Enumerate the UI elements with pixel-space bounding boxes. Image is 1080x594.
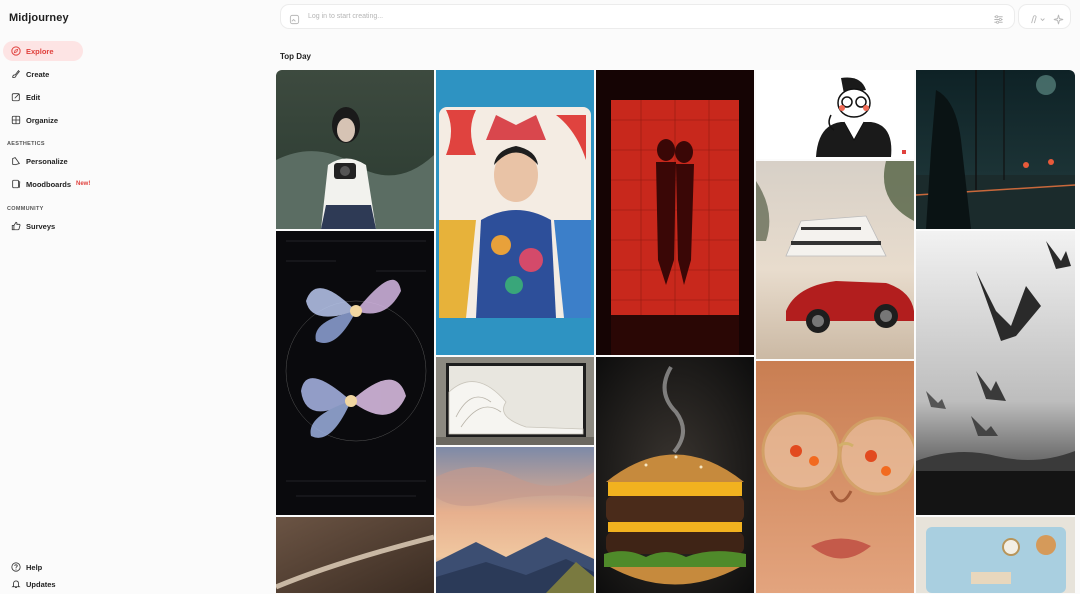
gallery-image[interactable] (596, 70, 754, 355)
sidebar-item-label: Organize (26, 115, 59, 125)
pen-dropdown-icon[interactable] (1029, 12, 1047, 30)
gallery-image[interactable] (596, 357, 754, 593)
bell-icon (10, 579, 21, 590)
prompt-placeholder[interactable]: Log in to start creating... (308, 13, 383, 20)
brush-icon (10, 69, 21, 80)
sidebar-item-explore[interactable]: Explore (3, 41, 83, 61)
sidebar-item-edit[interactable]: Edit (3, 87, 83, 107)
gallery-image[interactable] (276, 517, 434, 593)
image-upload-icon[interactable] (289, 12, 300, 30)
gallery-image[interactable] (276, 70, 434, 229)
help-icon (10, 562, 21, 573)
gallery-image[interactable] (436, 70, 594, 355)
sidebar-item-label: Surveys (26, 221, 56, 231)
gallery-image[interactable] (436, 357, 594, 445)
moodboard-icon (10, 179, 21, 190)
sidebar-item-label: Create (26, 69, 50, 79)
compass-icon (10, 46, 21, 57)
settings-sliders-icon[interactable] (993, 12, 1004, 30)
sidebar-item-create[interactable]: Create (3, 64, 83, 84)
new-badge: New! (76, 181, 91, 187)
sidebar-item-label: Help (26, 562, 43, 572)
mode-selector[interactable] (1018, 4, 1071, 29)
aesthetics-section-label: AESTHETICS (7, 141, 45, 147)
gallery-image[interactable] (916, 231, 1075, 515)
sidebar-item-label: Explore (26, 46, 54, 56)
feed-title: Top Day (280, 52, 311, 61)
prompt-bar[interactable]: Log in to start creating... (280, 4, 1015, 29)
gallery-image[interactable] (276, 231, 434, 515)
community-section-label: COMMUNITY (7, 206, 44, 212)
gallery-image[interactable] (756, 161, 914, 359)
image-gallery (276, 70, 1075, 593)
sidebar-item-personalize[interactable]: Personalize (3, 151, 113, 171)
gallery-image[interactable] (916, 517, 1075, 593)
gallery-image[interactable] (436, 447, 594, 593)
sidebar-item-label: Moodboards (26, 179, 71, 189)
sidebar-item-surveys[interactable]: Surveys (3, 216, 83, 236)
sidebar-item-label: Personalize (26, 156, 68, 166)
sidebar-item-label: Edit (26, 92, 41, 102)
gallery-image[interactable] (916, 70, 1075, 229)
sidebar-item-label: Updates (26, 579, 56, 589)
sidebar-item-updates[interactable]: Updates (3, 574, 83, 594)
sidebar-item-organize[interactable]: Organize (3, 110, 83, 130)
sparkle-icon[interactable] (1053, 12, 1064, 30)
thumbs-up-icon (10, 221, 21, 232)
palette-icon (10, 156, 21, 167)
sidebar: Midjourney Explore Create Edit Organize … (0, 0, 270, 593)
gallery-image[interactable] (756, 361, 914, 593)
sidebar-item-moodboards[interactable]: Moodboards New! (3, 174, 113, 194)
gallery-image[interactable] (756, 70, 914, 159)
app-logo[interactable]: Midjourney (9, 12, 69, 24)
edit-icon (10, 92, 21, 103)
grid-icon (10, 115, 21, 126)
